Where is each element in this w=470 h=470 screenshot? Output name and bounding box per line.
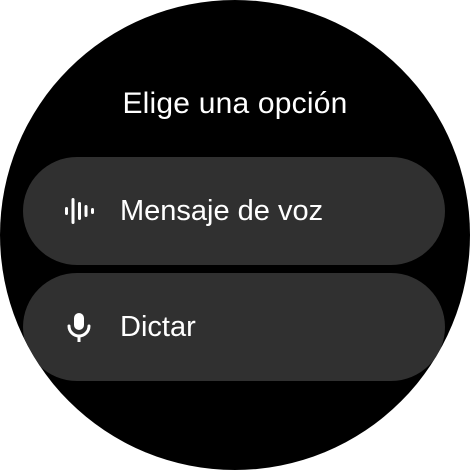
waveform-icon xyxy=(61,193,97,229)
microphone-icon xyxy=(61,309,97,345)
voice-message-button[interactable]: Mensaje de voz xyxy=(23,157,445,265)
watch-screen: Elige una opción Mensaje de voz Dictar xyxy=(0,0,470,470)
dictate-label: Dictar xyxy=(120,311,196,343)
dictate-button[interactable]: Dictar xyxy=(23,273,445,381)
voice-message-label: Mensaje de voz xyxy=(120,195,324,227)
page-title: Elige una opción xyxy=(122,87,348,120)
